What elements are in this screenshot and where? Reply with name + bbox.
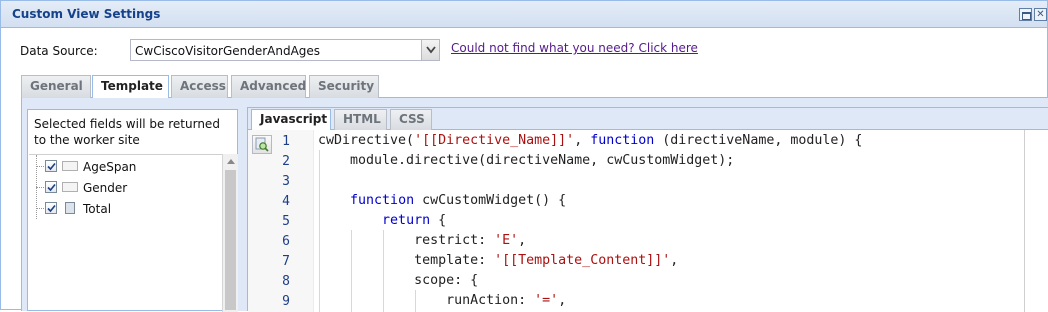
code-line[interactable]: return { [318, 213, 446, 228]
tab-template[interactable]: Template [92, 75, 169, 99]
scroll-up-icon [227, 159, 235, 164]
line-number: 3 [282, 174, 290, 189]
calculator-icon [65, 202, 75, 214]
code-line[interactable]: cwDirective('[[Directive_Name]]', functi… [318, 133, 862, 148]
line-number: 4 [282, 194, 290, 209]
fields-scrollbar[interactable] [222, 154, 238, 312]
tab-label: Template [101, 79, 163, 93]
checkmark-icon [47, 183, 56, 192]
tab-label: Access [180, 79, 226, 93]
editor-tabs: Javascript HTML CSS [248, 108, 1048, 131]
tab-label: HTML [343, 112, 381, 126]
line-number: 7 [282, 254, 290, 269]
field-label: AgeSpan [83, 160, 137, 174]
data-source-select[interactable]: CwCiscoVisitorGenderAndAges [130, 39, 440, 61]
code-line[interactable]: template: '[[Template_Content]]', [318, 253, 678, 268]
scrollbar-thumb[interactable] [225, 170, 236, 310]
field-label: Gender [83, 181, 128, 195]
line-number: 9 [282, 294, 290, 309]
window-title: Custom View Settings [12, 7, 161, 21]
field-checkbox[interactable] [45, 181, 57, 193]
tab-access[interactable]: Access [171, 75, 228, 98]
search-code-button[interactable] [252, 135, 272, 154]
code-editor[interactable]: 1 2 3 4 5 6 7 8 9 cwDirective('[[Directi… [248, 130, 1048, 312]
custom-view-settings-window: Custom View Settings ✕ Data Source: CwCi… [0, 0, 1048, 312]
field-checkbox[interactable] [45, 160, 57, 172]
fields-description: Selected fields will be returned to the … [34, 117, 220, 147]
tree-connector [36, 208, 44, 209]
tab-label: Security [318, 79, 375, 93]
tab-html[interactable]: HTML [334, 109, 387, 130]
code-line[interactable]: scope: { [318, 273, 478, 288]
code-line[interactable]: restrict: 'E', [318, 233, 526, 248]
tab-label: General [30, 79, 83, 93]
text-field-icon [62, 182, 78, 192]
data-source-label: Data Source: [20, 44, 98, 58]
field-tree: AgeSpan Gender Total [29, 154, 222, 312]
text-field-icon [62, 161, 78, 171]
tab-general[interactable]: General [21, 75, 91, 98]
data-source-value: CwCiscoVisitorGenderAndAges [135, 44, 321, 58]
line-number: 1 [282, 134, 290, 149]
tab-security[interactable]: Security [309, 75, 379, 98]
code-line[interactable]: module.directive(directiveName, cwCustom… [318, 153, 734, 168]
line-number: 2 [282, 154, 290, 169]
tab-label: CSS [399, 112, 425, 126]
window-titlebar[interactable]: Custom View Settings ✕ [1, 1, 1047, 28]
checkmark-icon [47, 162, 56, 171]
tab-javascript[interactable]: Javascript [251, 109, 331, 131]
line-number: 5 [282, 214, 290, 229]
tab-label: Advanced [240, 79, 307, 93]
line-number: 6 [282, 234, 290, 249]
tree-connector [36, 166, 44, 167]
tree-connector [36, 187, 44, 188]
tab-label: Javascript [260, 112, 328, 126]
code-line[interactable]: function cwCustomWidget() { [318, 193, 566, 208]
settings-tabs: General Template Access Advanced Securit… [21, 73, 1048, 99]
editor-right-margin [1024, 130, 1025, 312]
close-icon[interactable]: ✕ [1034, 8, 1047, 21]
chevron-down-icon [426, 46, 436, 54]
tab-css[interactable]: CSS [390, 109, 432, 130]
help-link[interactable]: Could not find what you need? Click here [451, 41, 698, 55]
field-checkbox[interactable] [45, 202, 57, 214]
checkmark-icon [47, 204, 56, 213]
maximize-icon[interactable] [1019, 8, 1032, 21]
field-label: Total [83, 202, 112, 216]
tab-advanced[interactable]: Advanced [231, 75, 306, 98]
line-number: 8 [282, 274, 290, 289]
magnifier-icon [255, 137, 269, 152]
dropdown-trigger[interactable] [421, 40, 439, 60]
code-editor-panel: Javascript HTML CSS 1 2 3 4 5 6 7 8 9 cw… [247, 107, 1048, 312]
code-line[interactable]: runAction: '=', [318, 293, 566, 308]
fields-panel: Selected fields will be returned to the … [27, 109, 238, 312]
